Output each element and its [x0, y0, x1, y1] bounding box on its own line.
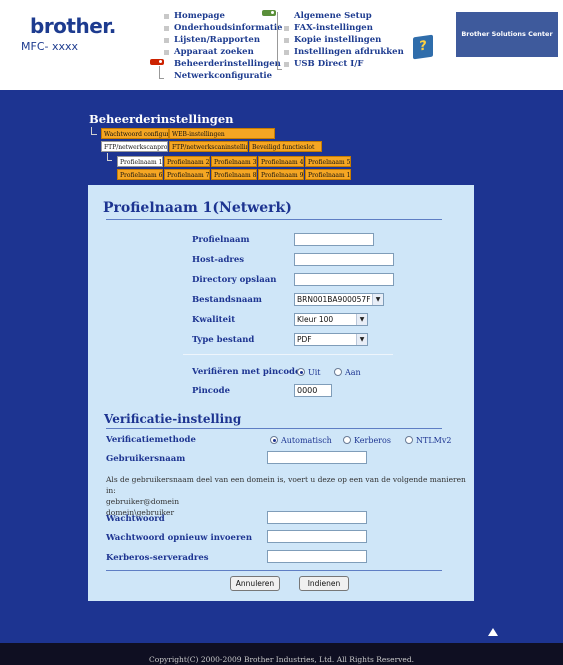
radio-icon: [405, 436, 413, 444]
kwaliteit-select[interactable]: Kleur 100 ▼: [294, 313, 368, 326]
header-bar: brother. MFC- xxxx Homepage Onderhoudsin…: [0, 0, 563, 90]
radio-icon: [343, 436, 351, 444]
tab-profielnaam-10[interactable]: Profielnaam 10: [305, 169, 351, 180]
nav-apparaat-zoeken[interactable]: Apparaat zoeken: [164, 46, 282, 58]
type-bestand-label: Type bestand: [192, 335, 255, 345]
bullet-icon: [164, 26, 169, 31]
nav-green-arrow-icon: [262, 10, 276, 16]
nav-tree-line: [277, 12, 282, 70]
section-title: Beheerderinstellingen: [89, 112, 234, 126]
nav-menu-left: Homepage Onderhoudsinformatie Lijsten/Ra…: [164, 10, 282, 82]
gebruikersnaam-input[interactable]: [267, 451, 367, 464]
nav-algemene-setup[interactable]: Algemene Setup: [284, 10, 404, 22]
nav-netwerkconfiguratie[interactable]: Netwerkconfiguratie: [164, 70, 282, 82]
directory-label: Directory opslaan: [192, 275, 277, 285]
nav-usb-direct[interactable]: USB Direct I/F: [284, 58, 404, 70]
profielnaam-input[interactable]: [294, 233, 374, 246]
host-adres-label: Host-adres: [192, 255, 245, 265]
pincode-input[interactable]: 0000: [294, 384, 332, 397]
tab-profielnaam-8[interactable]: Profielnaam 8: [211, 169, 257, 180]
pincode-label: Pincode: [192, 386, 230, 396]
radio-icon: [334, 368, 342, 376]
tab-beveiligd-functieslot[interactable]: Beveiligd functieslot: [249, 141, 322, 152]
cancel-button[interactable]: Annuleren: [230, 576, 280, 591]
tab-profielnaam-1[interactable]: Profielnaam 1: [117, 156, 163, 167]
type-bestand-select[interactable]: PDF ▼: [294, 333, 368, 346]
host-adres-input[interactable]: [294, 253, 394, 266]
kerberos-serveradres-input[interactable]: [267, 550, 367, 563]
method-kerberos-radio[interactable]: Kerberos: [343, 434, 391, 446]
nav-onderhoudsinformatie[interactable]: Onderhoudsinformatie: [164, 22, 282, 34]
tab-profielnaam-7[interactable]: Profielnaam 7: [164, 169, 210, 180]
profielnaam-label: Profielnaam: [192, 235, 250, 245]
verify-pin-on-radio[interactable]: Aan: [334, 366, 361, 378]
footer: Copyright(C) 2000-2009 Brother Industrie…: [0, 643, 563, 665]
buttons-divider: [106, 570, 442, 571]
bestandsnaam-label: Bestandsnaam: [192, 295, 262, 305]
help-icon[interactable]: ?: [413, 34, 433, 60]
nav-current-arrow-icon: [150, 59, 164, 65]
brother-solutions-center-button[interactable]: Brother Solutions Center: [456, 12, 558, 57]
submit-button[interactable]: Indienen: [299, 576, 349, 591]
bullet-icon: [284, 26, 289, 31]
tab-profielnaam-2[interactable]: Profielnaam 2: [164, 156, 210, 167]
form-title: Profielnaam 1(Netwerk): [103, 200, 292, 216]
tab-profielnaam-4[interactable]: Profielnaam 4: [258, 156, 304, 167]
kwaliteit-label: Kwaliteit: [192, 315, 236, 325]
bullet-icon: [164, 14, 169, 19]
kerberos-serveradres-label: Kerberos-serveradres: [106, 553, 209, 563]
bullet-icon: [164, 50, 169, 55]
tab-ftp-netwerkscanprofiel[interactable]: FTP/netwerkscanprofiel: [101, 141, 168, 152]
nav-tree-line: [159, 66, 164, 79]
verificatie-divider: [106, 428, 442, 429]
wachtwoord-label: Wachtwoord: [106, 514, 165, 524]
method-ntlmv2-radio[interactable]: NTLMv2: [405, 434, 451, 446]
nav-beheerderinstellingen[interactable]: Beheerderinstellingen: [164, 58, 282, 70]
method-automatisch-radio[interactable]: Automatisch: [270, 434, 332, 446]
wachtwoord-opnieuw-input[interactable]: [267, 530, 367, 543]
copyright-text: Copyright(C) 2000-2009 Brother Industrie…: [148, 655, 415, 664]
bestandsnaam-select[interactable]: BRN001BA900057F ▼: [294, 293, 384, 306]
chevron-down-icon: ▼: [356, 314, 367, 325]
verify-pin-off-radio[interactable]: Uit: [297, 366, 321, 378]
bullet-icon: [164, 38, 169, 43]
model-name: MFC- xxxx: [21, 40, 79, 53]
tab-tree-line: [91, 127, 97, 135]
bullet-icon: [284, 38, 289, 43]
radio-selected-icon: [297, 368, 305, 376]
tab-profielnaam-3[interactable]: Profielnaam 3: [211, 156, 257, 167]
tab-wachtwoord-configureren[interactable]: Wachtwoord configureren: [101, 128, 169, 139]
verificatiemethode-label: Verificatiemethode: [106, 435, 196, 445]
title-divider: [106, 219, 442, 220]
nav-lijsten-rapporten[interactable]: Lijsten/Rapporten: [164, 34, 282, 46]
nav-instellingen-afdrukken[interactable]: Instellingen afdrukken: [284, 46, 404, 58]
directory-input[interactable]: [294, 273, 394, 286]
bullet-icon: [284, 62, 289, 67]
nav-kopie-instellingen[interactable]: Kopie instellingen: [284, 34, 404, 46]
scroll-to-top-icon[interactable]: [488, 628, 498, 636]
wachtwoord-input[interactable]: [267, 511, 367, 524]
nav-menu-right: Algemene Setup FAX-instellingen Kopie in…: [284, 10, 404, 70]
tab-ftp-netwerkscaninstellingen[interactable]: FTP/netwerkscaninstellingen: [169, 141, 248, 152]
chevron-down-icon: ▼: [356, 334, 367, 345]
section-divider: [183, 354, 393, 355]
nav-fax-instellingen[interactable]: FAX-instellingen: [284, 22, 404, 34]
chevron-down-icon: ▼: [372, 294, 383, 305]
verificatie-title: Verificatie-instelling: [104, 412, 242, 426]
brother-logo[interactable]: brother.: [30, 14, 116, 38]
radio-selected-icon: [270, 436, 278, 444]
tab-tree-line: [107, 153, 112, 161]
form-panel: Profielnaam 1(Netwerk) Profielnaam Host-…: [88, 185, 474, 601]
wachtwoord-opnieuw-label: Wachtwoord opnieuw invoeren: [106, 533, 253, 543]
tab-profielnaam-6[interactable]: Profielnaam 6: [117, 169, 163, 180]
bullet-icon: [284, 50, 289, 55]
tab-web-instellingen[interactable]: WEB-instellingen: [169, 128, 275, 139]
verify-pin-label: Verifiëren met pincode: [192, 367, 301, 377]
main-content: Beheerderinstellingen Wachtwoord configu…: [0, 90, 563, 643]
gebruikersnaam-label: Gebruikersnaam: [106, 454, 186, 464]
tab-profielnaam-5[interactable]: Profielnaam 5: [305, 156, 351, 167]
tab-profielnaam-9[interactable]: Profielnaam 9: [258, 169, 304, 180]
